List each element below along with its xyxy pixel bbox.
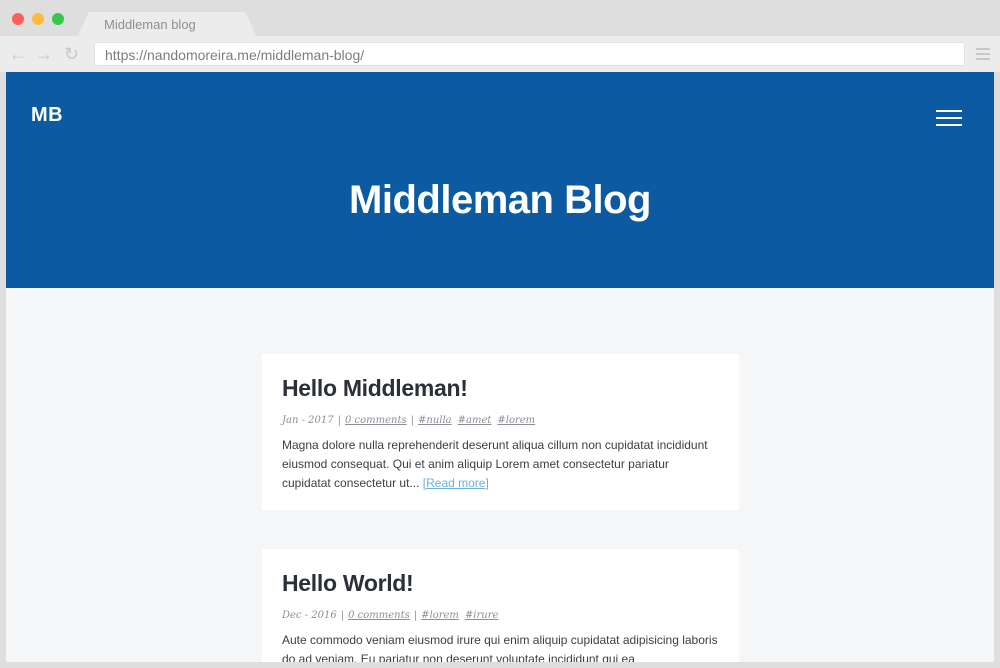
page-viewport: MB Middleman Blog Hello Middleman! Jan -… xyxy=(6,72,994,662)
post-card: Hello Middleman! Jan - 2017 | 0 comments | #… xyxy=(262,354,739,510)
post-excerpt: Aute commodo veniam eiusmod irure qui en… xyxy=(282,631,719,662)
url-text: https://nandomoreira.me/middleman-blog/ xyxy=(105,47,365,63)
post-tag-link[interactable]: #nulla xyxy=(418,415,452,426)
reload-icon[interactable]: ↻ xyxy=(64,44,79,64)
post-excerpt-text: Aute commodo veniam eiusmod irure qui en… xyxy=(282,633,718,662)
post-meta: Jan - 2017 | 0 comments | #nulla #amet #lorem xyxy=(282,415,536,426)
hamburger-menu-icon[interactable] xyxy=(936,110,962,131)
read-more-link[interactable]: [Read more] xyxy=(423,476,489,490)
post-comments-link[interactable]: 0 comments xyxy=(348,610,410,621)
post-excerpt-text: Magna dolore nulla reprehenderit deserun… xyxy=(282,438,708,490)
post-comments-link[interactable]: 0 comments xyxy=(345,415,407,426)
post-date: Jan - 2017 xyxy=(282,415,334,426)
post-title[interactable]: Hello World! xyxy=(282,569,719,597)
maximize-window-button[interactable] xyxy=(52,13,64,25)
minimize-window-button[interactable] xyxy=(32,13,44,25)
post-card: Hello World! Dec - 2016 | 0 comments | #lore… xyxy=(262,549,739,662)
forward-arrow-icon[interactable]: → xyxy=(35,44,53,64)
browser-menu-icon[interactable] xyxy=(976,48,990,63)
site-header: MB Middleman Blog xyxy=(6,72,994,288)
browser-titlebar: Middleman blog xyxy=(0,0,1000,36)
post-date: Dec - 2016 xyxy=(282,610,337,621)
address-bar[interactable]: https://nandomoreira.me/middleman-blog/ xyxy=(94,42,965,66)
page-title: Middleman Blog xyxy=(349,178,651,222)
browser-toolbar: ← → ↻ https://nandomoreira.me/middleman-… xyxy=(0,36,1000,72)
post-title[interactable]: Hello Middleman! xyxy=(282,374,719,402)
post-excerpt: Magna dolore nulla reprehenderit deserun… xyxy=(282,436,719,493)
post-tag-link[interactable]: #amet xyxy=(458,415,492,426)
site-logo[interactable]: MB xyxy=(31,104,63,127)
post-tag-link[interactable]: #lorem xyxy=(497,415,535,426)
close-window-button[interactable] xyxy=(12,13,24,25)
post-meta: Dec - 2016 | 0 comments | #lorem #irure xyxy=(282,610,499,621)
tab-title: Middleman blog xyxy=(104,17,196,32)
back-arrow-icon[interactable]: ← xyxy=(9,44,27,64)
post-tag-link[interactable]: #lorem xyxy=(421,610,459,621)
post-tag-link[interactable]: #irure xyxy=(465,610,499,621)
browser-tab[interactable]: Middleman blog xyxy=(78,12,256,36)
